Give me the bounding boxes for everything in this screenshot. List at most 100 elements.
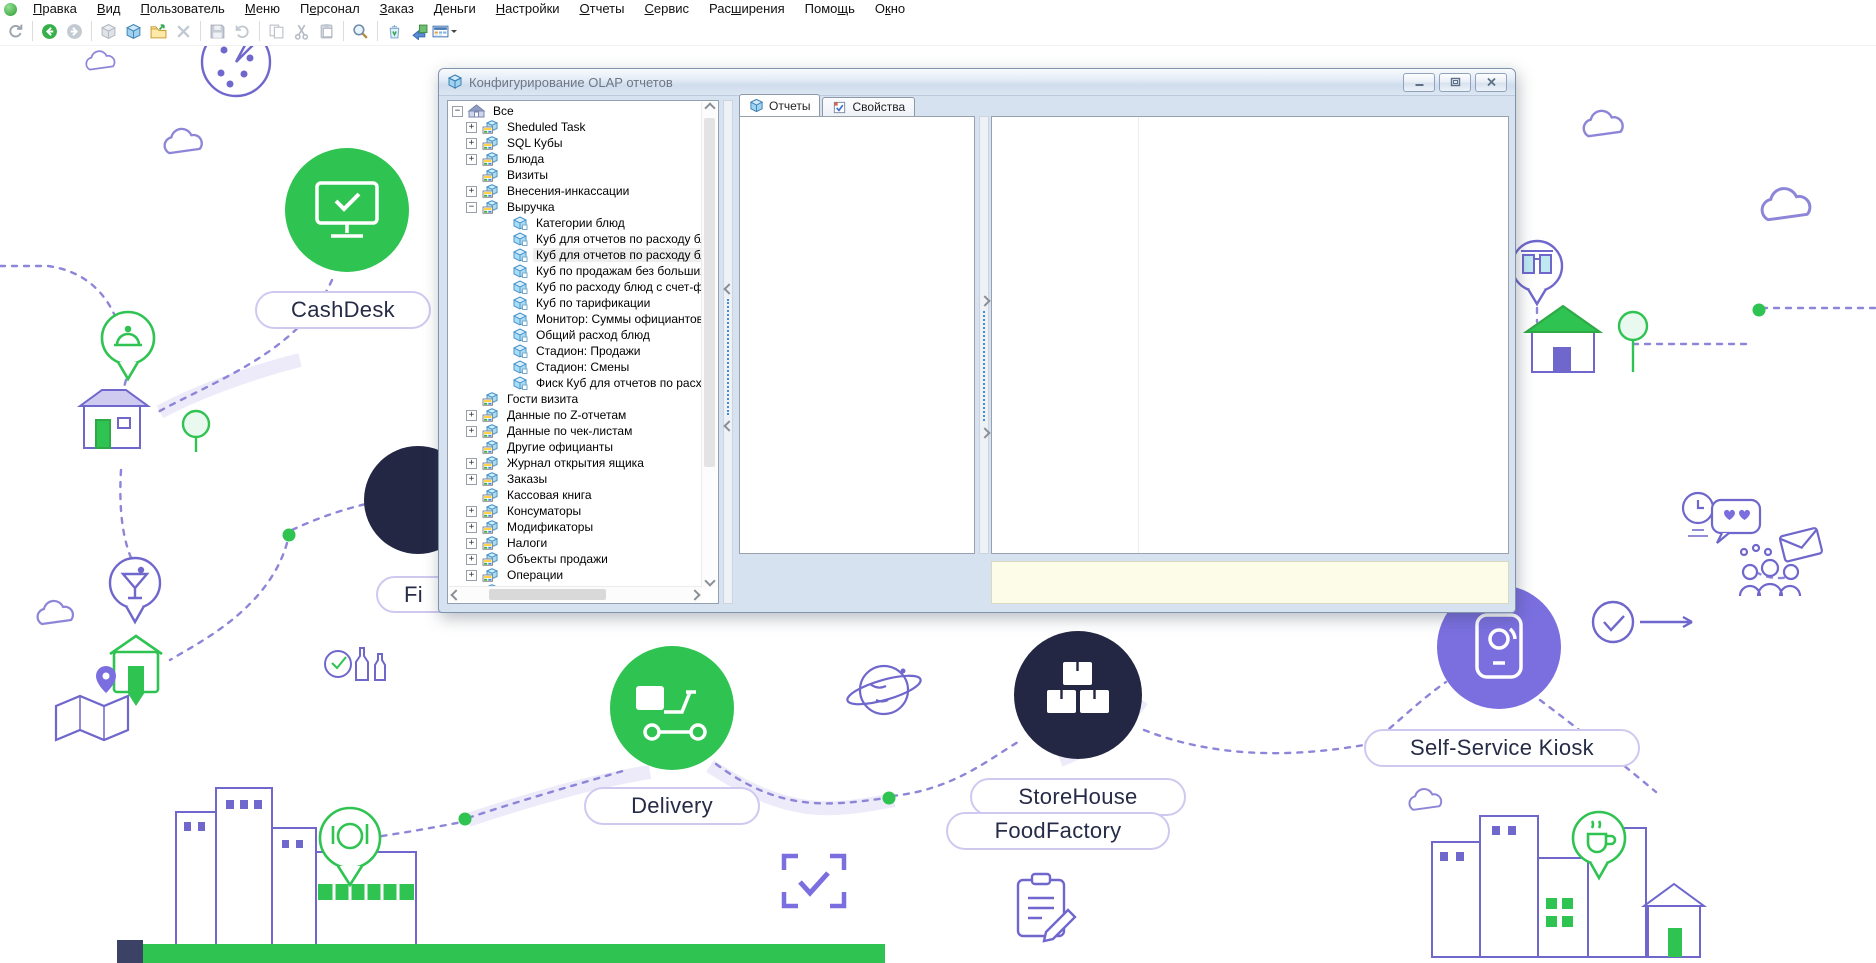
menu-item-1[interactable]: Правка bbox=[23, 1, 87, 16]
tree-item[interactable]: +Заказы bbox=[449, 471, 702, 487]
tree-item[interactable]: Другие официанты bbox=[449, 439, 702, 455]
toolbar-folder-open-button[interactable] bbox=[146, 19, 171, 43]
toolbar-cube-gray-button[interactable] bbox=[96, 19, 121, 43]
menu-item-7[interactable]: Деньги bbox=[424, 1, 486, 16]
expand-plus-icon[interactable]: + bbox=[466, 410, 477, 421]
scroll-up-icon[interactable] bbox=[702, 104, 717, 112]
scrollbar-thumb[interactable] bbox=[704, 118, 715, 467]
tree-item-label: Данные по чек-листам bbox=[504, 424, 635, 438]
toolbar-forward-button[interactable] bbox=[62, 19, 87, 43]
toolbar-back-button[interactable] bbox=[37, 19, 62, 43]
toolbar-search-button[interactable] bbox=[348, 19, 373, 43]
tree-item[interactable]: Куб для отчетов по расходу блюд bbox=[449, 231, 702, 247]
tree-item[interactable]: +Блюда bbox=[449, 151, 702, 167]
tree-item[interactable]: Кассовая книга bbox=[449, 487, 702, 503]
tree-item[interactable]: +Внесения-инкассации bbox=[449, 183, 702, 199]
tree-vertical-scrollbar[interactable] bbox=[701, 102, 717, 587]
minimize-button[interactable] bbox=[1403, 73, 1435, 92]
expand-plus-icon[interactable]: + bbox=[466, 474, 477, 485]
expand-plus-icon[interactable]: + bbox=[466, 570, 477, 581]
tree-item[interactable]: +Данные по Z-отчетам bbox=[449, 407, 702, 423]
menu-item-10[interactable]: Сервис bbox=[634, 1, 699, 16]
menu-item-4[interactable]: Меню bbox=[235, 1, 290, 16]
expand-plus-icon[interactable]: + bbox=[466, 186, 477, 197]
tree-item[interactable]: + Данные по чек-листам bbox=[449, 423, 702, 439]
tree-item[interactable]: +Журнал открытия ящика bbox=[449, 455, 702, 471]
toolbar-cube-blue-button[interactable] bbox=[121, 19, 146, 43]
splitter-right[interactable] bbox=[979, 116, 989, 554]
menu-item-2[interactable]: Вид bbox=[87, 1, 131, 16]
dropdown-arrow-icon[interactable] bbox=[451, 30, 457, 36]
expand-plus-icon[interactable]: + bbox=[466, 538, 477, 549]
expand-plus-icon[interactable]: + bbox=[466, 554, 477, 565]
tree-item[interactable]: Куб по расходу блюд с счет-фактур bbox=[449, 279, 702, 295]
tree-item[interactable]: +Модификаторы bbox=[449, 519, 702, 535]
toolbar-cut-button[interactable] bbox=[289, 19, 314, 43]
maximize-button[interactable] bbox=[1439, 73, 1471, 92]
tree-item[interactable]: Общий расход блюд bbox=[449, 327, 702, 343]
scroll-left-icon[interactable] bbox=[452, 587, 460, 602]
menu-item-6[interactable]: Заказ bbox=[370, 1, 424, 16]
tree-item[interactable]: Монитор: Суммы официантов bbox=[449, 311, 702, 327]
scrollbar-thumb[interactable] bbox=[489, 589, 605, 600]
toolbar-delete-button[interactable] bbox=[171, 19, 196, 43]
tree-item[interactable]: +Консуматоры bbox=[449, 503, 702, 519]
splitter-left[interactable] bbox=[723, 100, 733, 604]
close-button[interactable] bbox=[1475, 73, 1507, 92]
collapse-right-icon[interactable] bbox=[979, 427, 990, 438]
toolbar-import-button[interactable] bbox=[407, 19, 432, 43]
tree-item[interactable]: Категории блюд bbox=[449, 215, 702, 231]
toolbar-paste-button[interactable] bbox=[314, 19, 339, 43]
tree-item[interactable]: Куб по продажам без больших разм bbox=[449, 263, 702, 279]
expand-plus-icon[interactable]: + bbox=[466, 522, 477, 533]
scroll-down-icon[interactable] bbox=[702, 577, 717, 585]
tree-item[interactable]: +SQL Кубы bbox=[449, 135, 702, 151]
tree-item[interactable]: Фиск Куб для отчетов по расходу б bbox=[449, 375, 702, 391]
tree-item[interactable]: Гости визита bbox=[449, 391, 702, 407]
toolbar-grid-button[interactable] bbox=[432, 19, 457, 43]
tree-item[interactable]: −Все bbox=[449, 103, 702, 119]
collapse-minus-icon[interactable]: − bbox=[452, 106, 463, 117]
menu-item-8[interactable]: Настройки bbox=[486, 1, 570, 16]
expand-plus-icon[interactable]: + bbox=[466, 138, 477, 149]
toolbar-undo-button[interactable] bbox=[230, 19, 255, 43]
tab-properties[interactable]: Свойства bbox=[822, 97, 915, 116]
collapse-right-icon[interactable] bbox=[979, 295, 990, 306]
tree-item[interactable]: Куб для отчетов по расходу блюд 2 bbox=[449, 247, 702, 263]
toolbar-copy-button[interactable] bbox=[264, 19, 289, 43]
tree-horizontal-scrollbar[interactable] bbox=[449, 586, 702, 602]
tree-item[interactable]: Визиты bbox=[449, 167, 702, 183]
expand-plus-icon[interactable]: + bbox=[466, 426, 477, 437]
tab-reports[interactable]: Отчеты bbox=[739, 94, 820, 116]
tree-icon bbox=[1619, 312, 1647, 372]
menu-item-11[interactable]: Расширения bbox=[699, 1, 795, 16]
toolbar-refresh-button[interactable] bbox=[3, 19, 28, 43]
olap-table-cube-icon bbox=[481, 456, 500, 470]
menu-item-12[interactable]: Помощь bbox=[795, 1, 865, 16]
menu-item-9[interactable]: Отчеты bbox=[570, 1, 635, 16]
menu-item-13[interactable]: Окно bbox=[865, 1, 915, 16]
tree-item[interactable]: Куб по тарификации bbox=[449, 295, 702, 311]
collapse-minus-icon[interactable]: − bbox=[466, 202, 477, 213]
tree-item[interactable]: +Операции bbox=[449, 567, 702, 583]
tree-item[interactable]: Стадион: Смены bbox=[449, 359, 702, 375]
window-titlebar[interactable]: Конфигурирование OLAP отчетов bbox=[439, 69, 1515, 96]
collapse-left-icon[interactable] bbox=[723, 420, 734, 431]
collapse-left-icon[interactable] bbox=[723, 283, 734, 294]
expand-plus-icon[interactable]: + bbox=[466, 154, 477, 165]
scroll-right-icon[interactable] bbox=[691, 587, 699, 602]
expand-plus-icon[interactable]: + bbox=[466, 122, 477, 133]
expand-plus-icon[interactable]: + bbox=[466, 506, 477, 517]
tree-item[interactable]: +Объекты продажи bbox=[449, 551, 702, 567]
toolbar-recycle-button[interactable] bbox=[382, 19, 407, 43]
toolbar-save-button[interactable] bbox=[205, 19, 230, 43]
tree-item[interactable]: Стадион: Продажи bbox=[449, 343, 702, 359]
expand-plus-icon[interactable]: + bbox=[466, 458, 477, 469]
menu-item-3[interactable]: Пользователь bbox=[130, 1, 234, 16]
reports-list-panel[interactable] bbox=[739, 116, 975, 554]
menu-item-5[interactable]: Персонал bbox=[290, 1, 370, 16]
report-preview-panel[interactable] bbox=[991, 116, 1509, 554]
tree-item[interactable]: −Выручка bbox=[449, 199, 702, 215]
tree-item[interactable]: +Sheduled Task bbox=[449, 119, 702, 135]
tree-item[interactable]: +Налоги bbox=[449, 535, 702, 551]
